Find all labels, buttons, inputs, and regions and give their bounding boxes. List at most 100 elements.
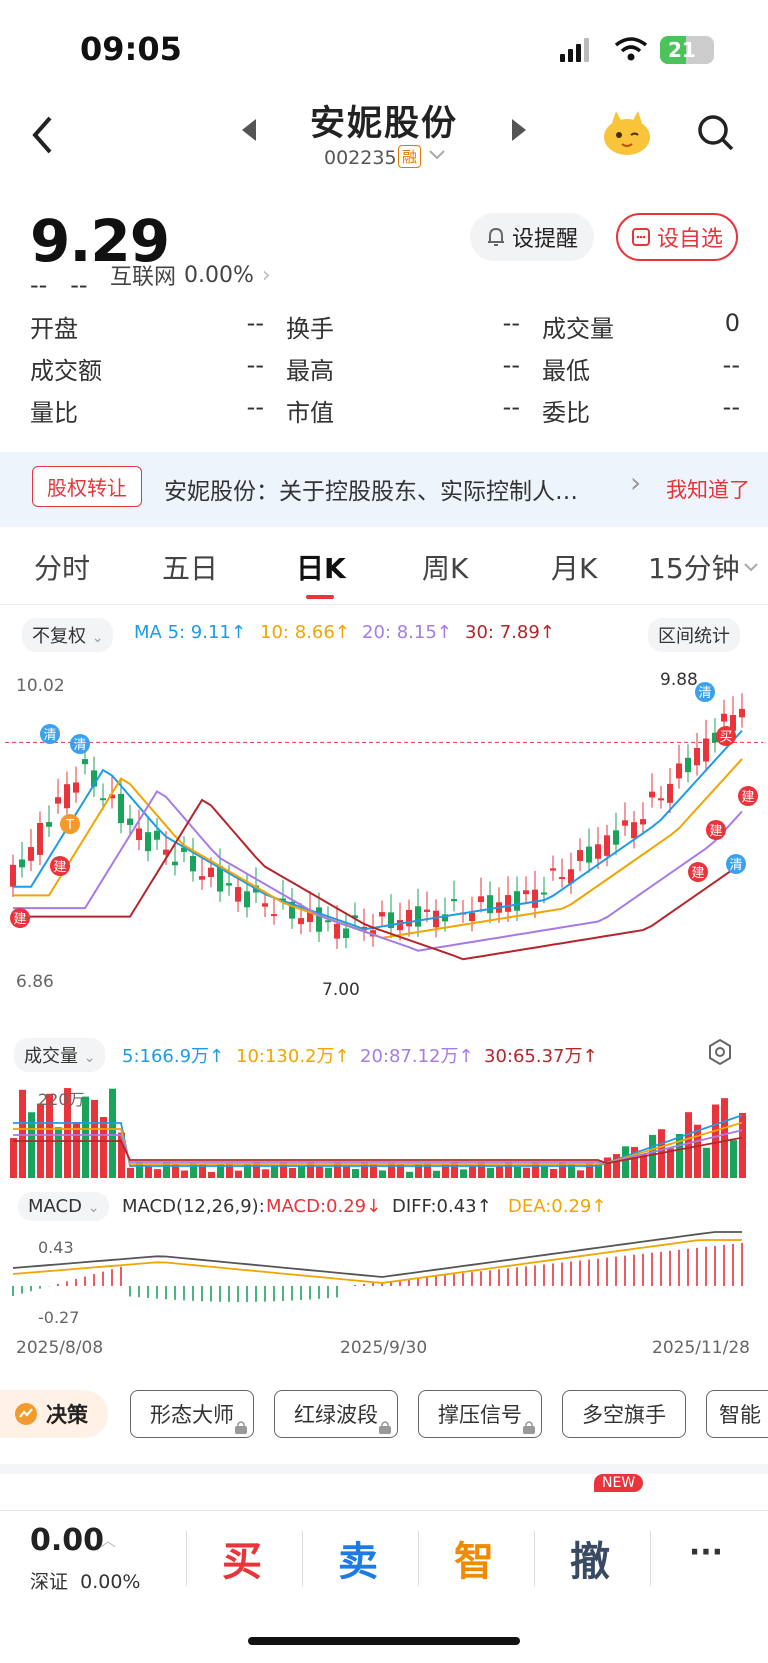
volume-bar bbox=[541, 1165, 548, 1178]
volume-bar bbox=[145, 1165, 152, 1178]
vol20-value: 20:87.12万↑ bbox=[360, 1046, 474, 1067]
volume-selector[interactable]: 成交量 ⌄ bbox=[14, 1038, 106, 1072]
candle bbox=[271, 914, 277, 917]
volume-chart[interactable] bbox=[0, 1075, 768, 1180]
dea-value: DEA:0.29↑ bbox=[508, 1196, 607, 1217]
quote-panel: 9.29 -- -- 互联网 0.00% › 设提醒 设自选 开盘 -- 换手 -- 成… bbox=[0, 205, 768, 455]
kline-chart[interactable]: 清清建建T清买建建建清 bbox=[0, 660, 768, 1020]
tab-five-day[interactable]: 五日 bbox=[162, 547, 218, 587]
dismiss-notice-button[interactable]: 我知道了 bbox=[666, 474, 750, 504]
candle bbox=[10, 864, 16, 887]
candle bbox=[586, 846, 592, 863]
back-icon[interactable] bbox=[30, 115, 56, 155]
candle bbox=[406, 909, 412, 927]
home-indicator bbox=[248, 1637, 520, 1645]
cancel-order-button[interactable]: 撤 bbox=[560, 1529, 620, 1587]
status-bar: 09:05 21 bbox=[0, 0, 768, 95]
tab-monthly-k[interactable]: 月K bbox=[551, 547, 597, 587]
volume-bar bbox=[685, 1112, 692, 1178]
decision-button[interactable]: 决策 bbox=[0, 1390, 108, 1438]
next-stock-icon[interactable] bbox=[510, 119, 526, 141]
lock-icon bbox=[235, 1421, 247, 1434]
candle bbox=[613, 830, 619, 845]
candle bbox=[685, 757, 691, 773]
status-time: 09:05 bbox=[80, 30, 182, 68]
buy-button[interactable]: 买 bbox=[212, 1529, 272, 1587]
volume-bar bbox=[712, 1104, 719, 1178]
battery-level: 21 bbox=[668, 38, 696, 62]
candle bbox=[721, 713, 727, 722]
volume-bar bbox=[154, 1169, 161, 1178]
range-stats-button[interactable]: 区间统计 bbox=[648, 618, 740, 652]
tab-daily-k[interactable]: 日K bbox=[296, 547, 346, 587]
signal-mark-text: 建 bbox=[709, 824, 722, 839]
volume-bar bbox=[487, 1168, 494, 1178]
candle bbox=[487, 895, 493, 914]
sell-button[interactable]: 卖 bbox=[328, 1529, 388, 1587]
macd-y-bottom: -0.27 bbox=[38, 1308, 80, 1327]
tool-bull-bear[interactable]: 多空旗手 bbox=[562, 1390, 686, 1438]
smart-button[interactable]: 智 bbox=[444, 1529, 504, 1587]
candle bbox=[37, 822, 43, 855]
candle bbox=[577, 850, 583, 861]
volume-bar bbox=[10, 1138, 17, 1178]
macd-chart[interactable] bbox=[0, 1228, 768, 1333]
tab-weekly-k[interactable]: 周K bbox=[422, 547, 468, 587]
notice-banner[interactable]: 股权转让 安妮股份：关于控股股东、实际控制人… › 我知道了 bbox=[0, 452, 768, 527]
candle bbox=[523, 890, 529, 895]
add-watchlist-button[interactable]: 设自选 bbox=[616, 213, 738, 261]
volume-bar bbox=[343, 1165, 350, 1178]
ma5-value: MA 5: 9.11↑ bbox=[134, 622, 246, 643]
y-min-label: 6.86 bbox=[16, 972, 54, 992]
vol5-value: 5:166.9万↑ bbox=[122, 1046, 225, 1067]
battery-icon: 21 bbox=[660, 36, 714, 64]
lock-icon bbox=[523, 1421, 535, 1434]
index-market: 深证 bbox=[30, 1571, 69, 1593]
chevron-down-icon[interactable] bbox=[428, 149, 446, 161]
diff-line bbox=[12, 1231, 742, 1278]
low-label: 7.00 bbox=[322, 980, 360, 1000]
volume-bar bbox=[721, 1098, 728, 1178]
notice-text: 安妮股份：关于控股股东、实际控制人… bbox=[164, 479, 578, 505]
tool-smart[interactable]: 智能 bbox=[706, 1390, 768, 1438]
index-value: 0.00 bbox=[30, 1523, 105, 1558]
volume-bar bbox=[73, 1122, 80, 1178]
volume-bar bbox=[496, 1166, 503, 1178]
volume-bar bbox=[325, 1167, 332, 1178]
tab-15min[interactable]: 15分钟 bbox=[648, 547, 740, 587]
chevron-down-icon[interactable] bbox=[744, 563, 758, 573]
set-alert-button[interactable]: 设提醒 bbox=[470, 213, 594, 261]
candle bbox=[118, 793, 124, 824]
volume-bar bbox=[235, 1170, 242, 1178]
chevron-right-icon: › bbox=[630, 466, 642, 499]
bell-icon bbox=[487, 227, 504, 246]
candle bbox=[343, 928, 349, 939]
macd-selector[interactable]: MACD ⌄ bbox=[18, 1192, 110, 1221]
candle bbox=[469, 912, 475, 922]
volume-bar bbox=[433, 1170, 440, 1178]
candle bbox=[145, 832, 151, 852]
tab-intraday[interactable]: 分时 bbox=[34, 547, 90, 587]
volume-bar bbox=[208, 1171, 215, 1178]
quote-stats: 开盘 -- 换手 -- 成交量 0 成交额 -- 最高 -- 最低 -- 量比 -- 市值 --… bbox=[30, 305, 740, 431]
candle bbox=[262, 903, 268, 907]
sector-link[interactable]: 互联网 0.00% › bbox=[110, 259, 271, 291]
diff-value: DIFF:0.43↑ bbox=[392, 1196, 492, 1217]
candle bbox=[46, 822, 52, 827]
more-button[interactable]: ··· bbox=[676, 1535, 736, 1570]
candle bbox=[532, 889, 538, 908]
y-max-label: 10.02 bbox=[16, 676, 65, 696]
stats-row: 量比 -- 市值 -- 委比 -- bbox=[30, 392, 740, 427]
search-icon[interactable] bbox=[696, 113, 736, 153]
volume-bar bbox=[100, 1116, 107, 1178]
prev-stock-icon[interactable] bbox=[242, 119, 258, 141]
ma10-value: 10: 8.66↑ bbox=[260, 622, 350, 643]
signal-mark-text: 建 bbox=[691, 866, 704, 881]
adjust-selector[interactable]: 不复权 ⌄ bbox=[22, 618, 114, 652]
volume-bar bbox=[28, 1112, 35, 1178]
mascot-icon[interactable] bbox=[602, 109, 652, 157]
signal-mark-text: 建 bbox=[741, 790, 754, 805]
section-divider bbox=[0, 1464, 768, 1474]
settings-icon[interactable] bbox=[706, 1038, 734, 1066]
candle bbox=[640, 819, 646, 825]
